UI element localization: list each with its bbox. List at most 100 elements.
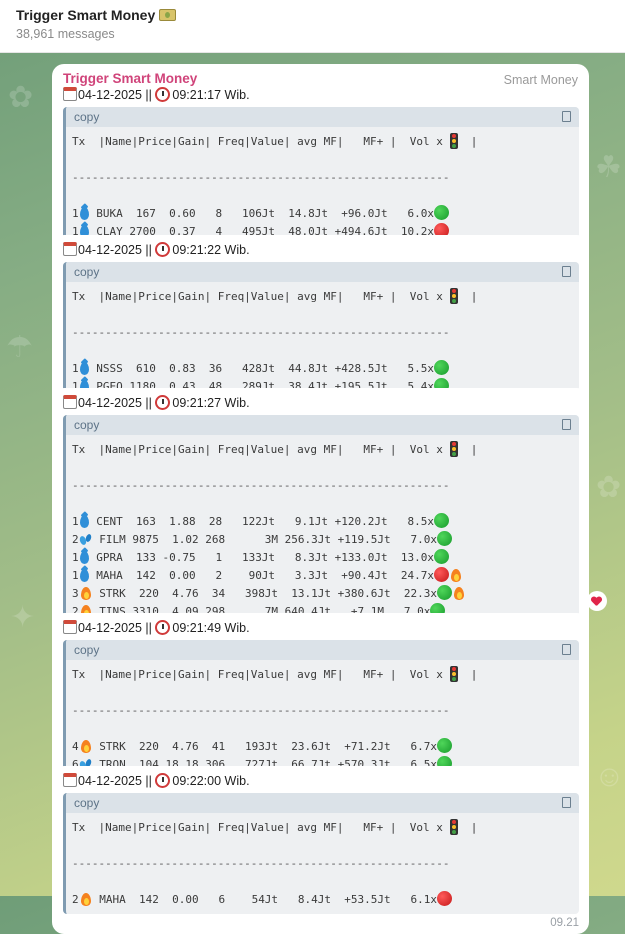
calendar-icon <box>63 242 77 256</box>
alarm-clock-icon <box>155 773 171 788</box>
date-separator: || <box>141 243 156 257</box>
code-block-header: copy <box>66 793 579 813</box>
date-separator: || <box>141 88 156 102</box>
table-header-end: | <box>457 668 478 681</box>
row-tx-count: 3 <box>72 587 79 600</box>
table-row: 1 CENT 163 1.88 28 122Jt 9.1Jt +120.2Jt … <box>72 513 579 531</box>
sender-name[interactable]: Trigger Smart Money <box>63 71 579 87</box>
code-block-header: copy <box>66 107 579 127</box>
table-header-text: Tx |Name|Price|Gain| Freq|Value| avg MF|… <box>72 135 443 148</box>
table-row: 1 MAHA 142 0.00 2 90Jt 3.3Jt +90.4Jt 24.… <box>72 567 579 585</box>
chat-title-text: Trigger Smart Money <box>16 7 156 23</box>
message-bubble[interactable]: 04-12-2025 || 09:21:27 Wib. copy Tx |Name|… <box>52 388 589 646</box>
table-header-end: | <box>457 135 478 148</box>
traffic-icon <box>449 288 458 304</box>
message-date: 04-12-2025 <box>78 243 142 257</box>
message-time-text: 09:21:49 Wib. <box>172 621 250 635</box>
green-icon <box>437 585 452 600</box>
green-icon <box>434 205 449 220</box>
message-time-text: 09:21:22 Wib. <box>172 243 250 257</box>
table-row: 1 NSSS 610 0.83 36 428Jt 44.8Jt +428.5Jt… <box>72 360 579 378</box>
table-header-row: Tx |Name|Price|Gain| Freq|Value| avg MF|… <box>72 819 579 837</box>
code-language-label: copy <box>74 643 100 657</box>
code-block-header: copy <box>66 640 579 660</box>
copy-icon[interactable] <box>559 417 571 430</box>
row-data-text: CENT 163 1.88 28 122Jt 9.1Jt +120.2Jt 8.… <box>89 515 434 528</box>
code-block[interactable]: copy Tx |Name|Price|Gain| Freq|Value| avg… <box>63 262 579 401</box>
row-data-text: GPRA 133 -0.75 1 133Jt 8.3Jt +133.0Jt 13… <box>89 551 434 564</box>
alarm-clock-icon <box>155 620 171 635</box>
background-doodle-icon: ✦ <box>10 601 36 634</box>
row-tx-count: 1 <box>72 551 79 564</box>
fire-icon <box>450 568 462 582</box>
table-header-end: | <box>457 290 478 303</box>
message-dateline: 04-12-2025 || 09:21:49 Wib. <box>63 620 579 636</box>
table-header-text: Tx |Name|Price|Gain| Freq|Value| avg MF|… <box>72 290 443 303</box>
background-doodle-icon: ☺ <box>594 760 625 793</box>
row-tx-count: 1 <box>72 207 79 220</box>
message-date: 04-12-2025 <box>78 88 142 102</box>
code-block[interactable]: copy Tx |Name|Price|Gain| Freq|Value| avg… <box>63 640 579 779</box>
code-block-content: Tx |Name|Price|Gain| Freq|Value| avg MF|… <box>66 435 579 626</box>
drop-icon <box>79 362 89 375</box>
message-time-text: 09:22:00 Wib. <box>172 774 250 788</box>
traffic-icon <box>449 819 458 835</box>
message-date: 04-12-2025 <box>78 621 142 635</box>
code-block-content: Tx |Name|Price|Gain| Freq|Value| avg MF|… <box>66 282 579 401</box>
background-doodle-icon: ☂ <box>6 331 33 364</box>
drop-icon <box>79 515 89 528</box>
fire-icon <box>80 586 92 600</box>
message-time-text: 09:21:27 Wib. <box>172 396 250 410</box>
table-separator: ----------------------------------------… <box>72 704 450 717</box>
fire-icon <box>80 739 92 753</box>
green-icon <box>434 360 449 375</box>
money-icon <box>159 9 177 21</box>
code-block[interactable]: copy Tx |Name|Price|Gain| Freq|Value| avg… <box>63 415 579 626</box>
green-icon <box>434 513 449 528</box>
table-row: 3 STRK 220 4.76 34 398Jt 13.1Jt +380.6Jt… <box>72 585 579 603</box>
heart-reaction-icon[interactable] <box>587 591 607 611</box>
table-header-text: Tx |Name|Price|Gain| Freq|Value| avg MF|… <box>72 668 443 681</box>
drop-icon <box>79 207 89 220</box>
code-block-content: Tx |Name|Price|Gain| Freq|Value| avg MF|… <box>66 813 579 914</box>
red-icon <box>437 891 452 906</box>
chat-header[interactable]: Trigger Smart Money 38,961 messages <box>0 0 625 53</box>
table-separator: ----------------------------------------… <box>72 857 450 870</box>
traffic-icon <box>449 441 458 457</box>
row-data-text: STRK 220 4.76 34 398Jt 13.1Jt +380.6Jt 2… <box>92 587 437 600</box>
table-row: 2 FILM 9875 1.02 268 3M 256.3Jt +119.5Jt… <box>72 531 579 549</box>
code-block-header: copy <box>66 262 579 282</box>
message-bubble[interactable]: 04-12-2025 || 09:22:00 Wib. copy Tx |Name|… <box>52 766 589 934</box>
code-block[interactable]: copy Tx |Name|Price|Gain| Freq|Value| avg… <box>63 107 579 246</box>
code-language-label: copy <box>74 265 100 279</box>
alarm-clock-icon <box>155 395 171 410</box>
table-header-text: Tx |Name|Price|Gain| Freq|Value| avg MF|… <box>72 443 443 456</box>
table-header-row: Tx |Name|Price|Gain| Freq|Value| avg MF|… <box>72 666 579 684</box>
copy-icon[interactable] <box>559 264 571 277</box>
table-header-text: Tx |Name|Price|Gain| Freq|Value| avg MF|… <box>72 821 443 834</box>
traffic-icon <box>449 666 458 682</box>
copy-icon[interactable] <box>559 642 571 655</box>
row-data-text: MAHA 142 0.00 6 54Jt 8.4Jt +53.5Jt 6.1x <box>92 893 437 906</box>
calendar-icon <box>63 620 77 634</box>
copy-icon[interactable] <box>559 795 571 808</box>
row-tx-count: 1 <box>72 515 79 528</box>
copy-icon[interactable] <box>559 109 571 122</box>
fire-icon <box>453 586 465 600</box>
table-header-row: Tx |Name|Price|Gain| Freq|Value| avg MF|… <box>72 441 579 459</box>
row-tx-count: 1 <box>72 362 79 375</box>
drop-icon <box>79 551 89 564</box>
code-block-header: copy <box>66 415 579 435</box>
code-block-content: Tx |Name|Price|Gain| Freq|Value| avg MF|… <box>66 660 579 779</box>
message-dateline: 04-12-2025 || 09:21:22 Wib. <box>63 242 579 258</box>
table-header-end: | <box>457 821 478 834</box>
chat-title: Trigger Smart Money <box>16 7 177 23</box>
